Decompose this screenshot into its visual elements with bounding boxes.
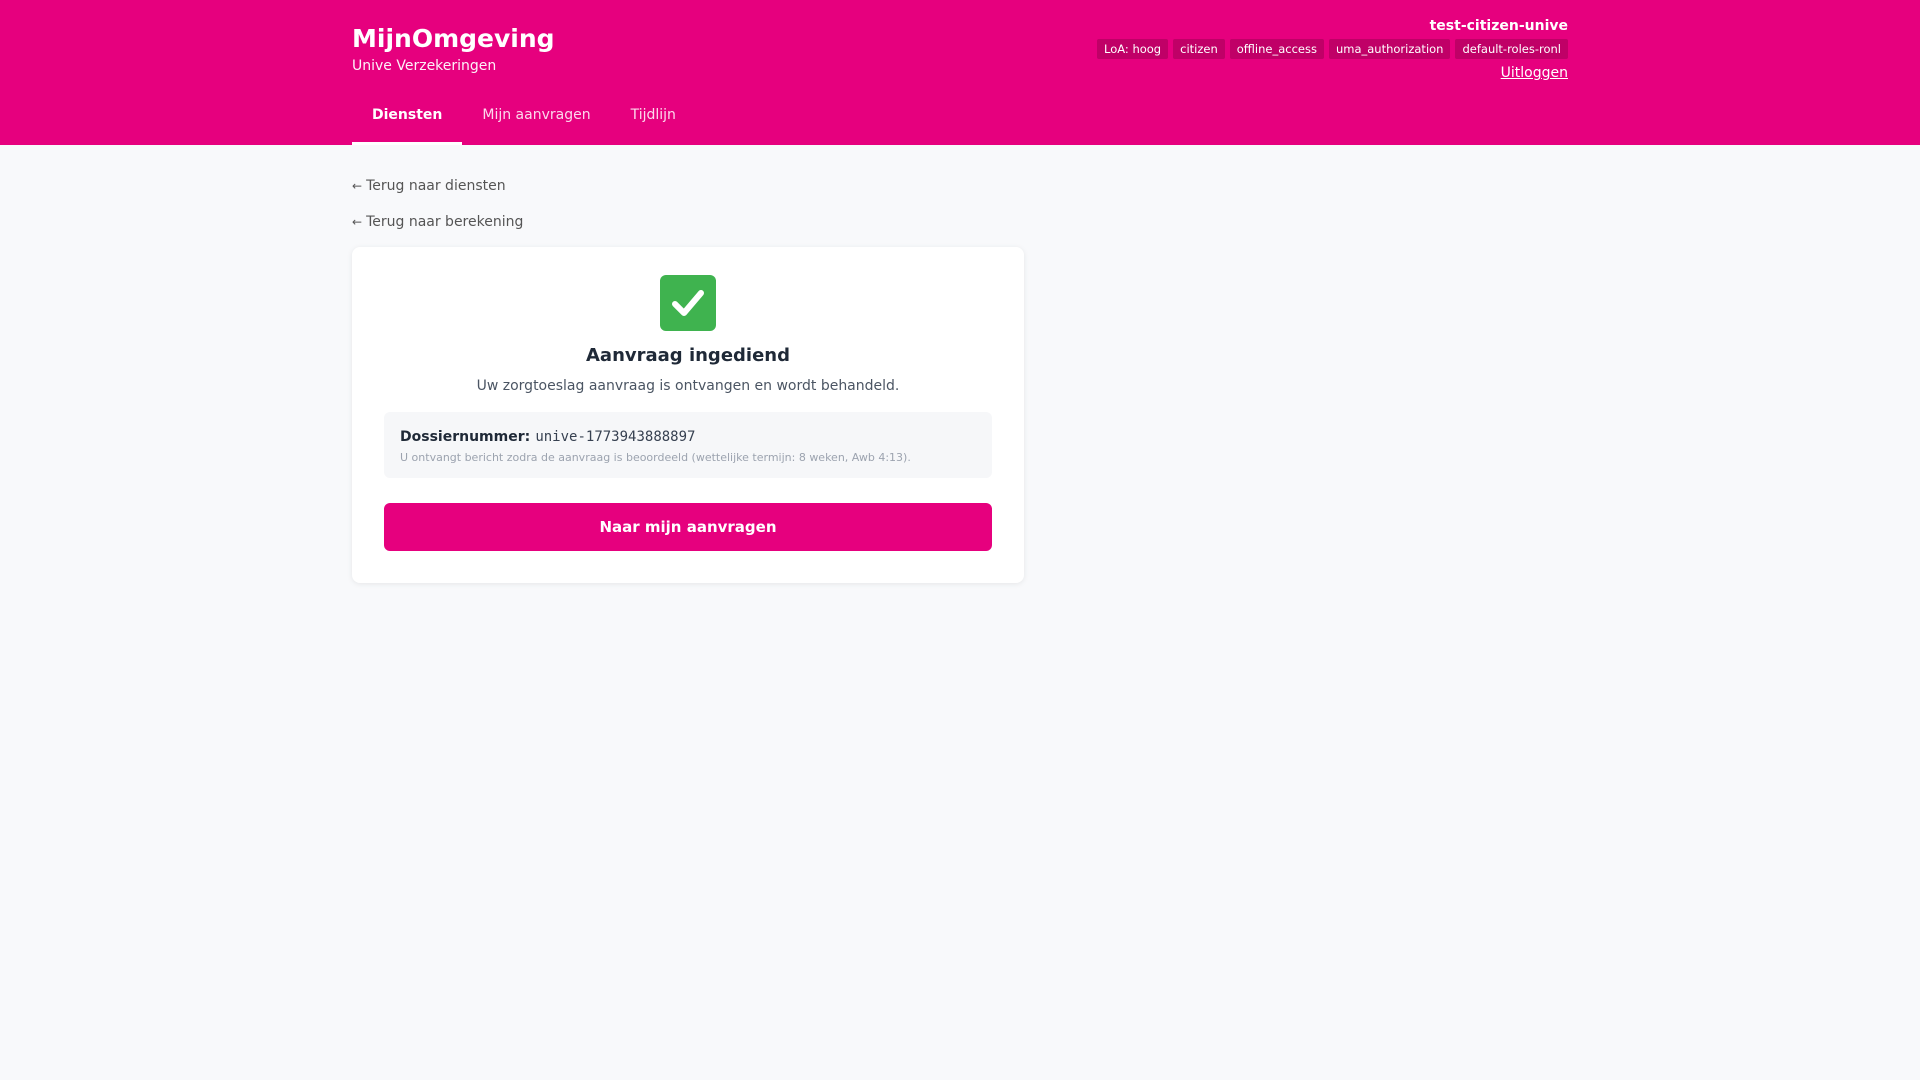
role-badge: citizen [1173,39,1225,59]
confirmation-card: Aanvraag ingediend Uw zorgtoeslag aanvra… [352,247,1024,583]
tab-tijdlijn[interactable]: Tijdlijn [611,100,696,145]
app-title: MijnOmgeving [352,24,555,53]
dossier-info: Dossiernummer: unive-1773943888897 U ont… [384,412,992,478]
dossier-note: U ontvangt bericht zodra de aanvraag is … [400,451,911,464]
app-subtitle: Unive Verzekeringen [352,58,497,74]
brand: MijnOmgeving Unive Verzekeringen [352,24,555,74]
arrow-left-icon: ← [352,179,363,193]
username: test-citizen-unive [1429,18,1568,34]
back-link-label: Terug naar berekening [366,214,524,230]
main-nav: Diensten Mijn aanvragen Tijdlijn [352,100,696,145]
confirmation-title: Aanvraag ingediend [586,345,790,366]
logout-link[interactable]: Uitloggen [1501,65,1568,81]
main-content: ← Terug naar diensten ← Terug naar bereken… [352,145,1568,583]
tab-diensten[interactable]: Diensten [352,100,463,145]
arrow-left-icon: ← [352,215,363,229]
site-header: MijnOmgeving Unive Verzekeringen test-ci… [0,0,1920,145]
confirmation-message: Uw zorgtoeslag aanvraag is ontvangen en … [476,378,900,394]
user-area: test-citizen-unive LoA: hoog citizen off… [1097,17,1568,81]
go-to-my-requests-button[interactable]: Naar mijn aanvragen [384,503,992,551]
role-badge: uma_authorization [1328,39,1451,59]
role-badges: LoA: hoog citizen offline_access uma_aut… [1097,39,1568,59]
dossier-label: Dossiernummer: [400,429,531,445]
back-to-services-link[interactable]: ← Terug naar diensten [352,177,1568,195]
role-badge: LoA: hoog [1097,39,1169,59]
role-badge: default-roles-ronl [1455,39,1568,59]
back-to-calculation-link[interactable]: ← Terug naar berekening [352,213,1568,231]
check-mark-icon [660,275,716,331]
tab-mijn-aanvragen[interactable]: Mijn aanvragen [462,100,610,145]
role-badge: offline_access [1229,39,1324,59]
dossier-number: unive-1773943888897 [535,429,696,445]
back-link-label: Terug naar diensten [366,178,506,194]
